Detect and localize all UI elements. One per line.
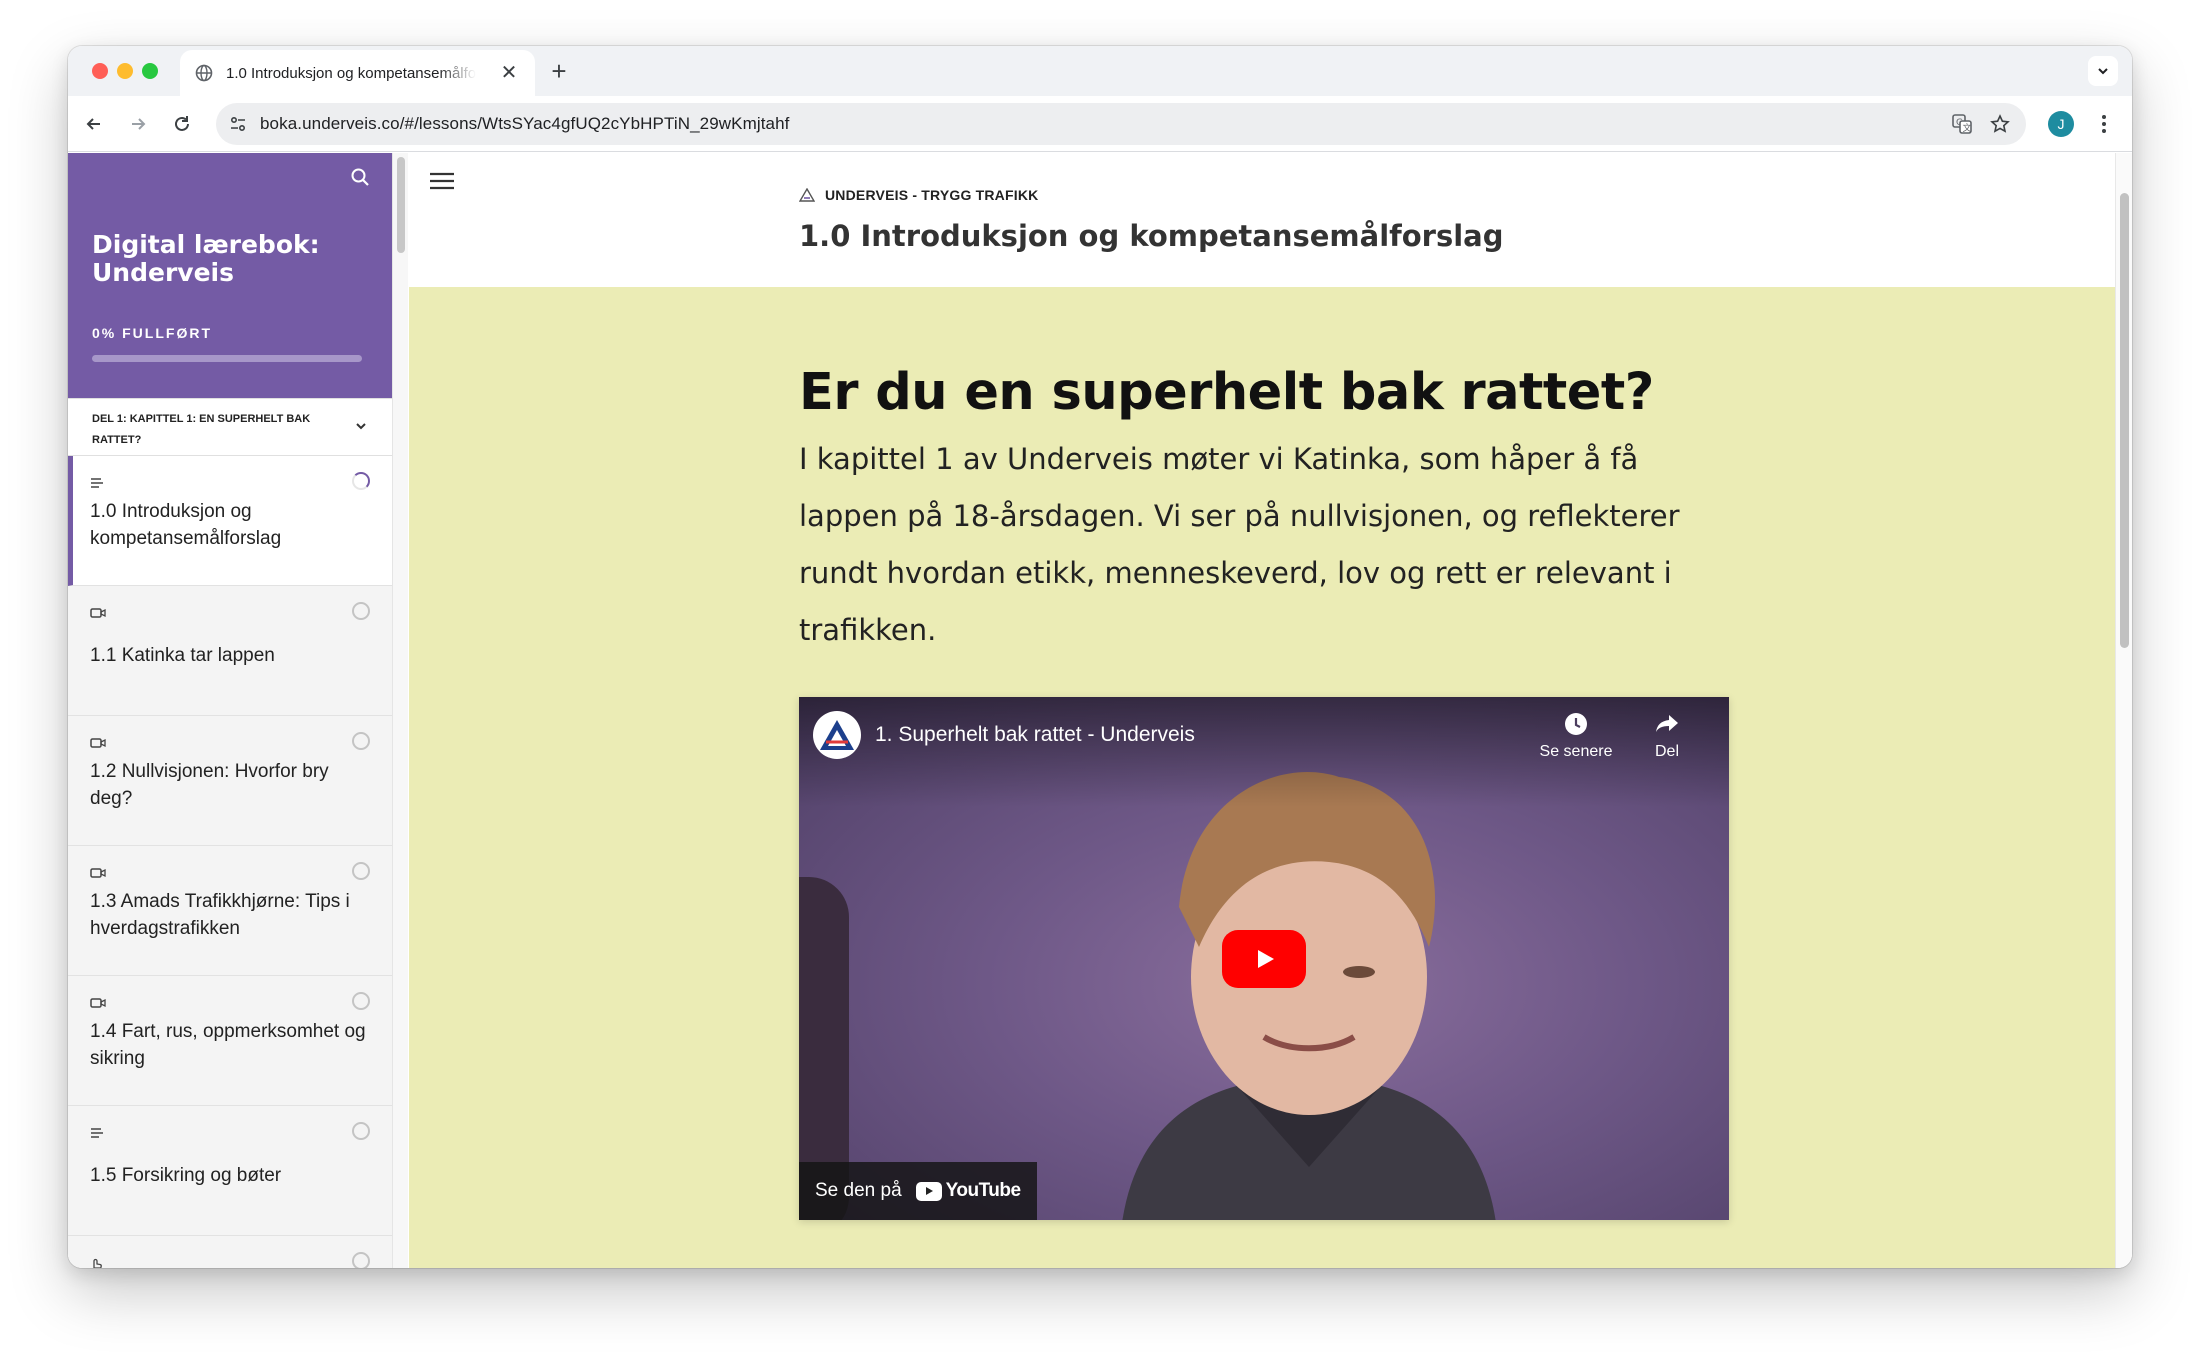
incomplete-circle-icon	[352, 992, 370, 1010]
chevron-down-icon[interactable]	[354, 419, 368, 441]
course-sidebar: Digital lærebok: Underveis 0% FULLFØRT D…	[68, 153, 392, 1268]
video-thumbnail-person	[1122, 772, 1496, 1220]
new-tab-button[interactable]: +	[544, 56, 574, 86]
minimize-window-button[interactable]	[117, 63, 133, 79]
video-icon	[90, 996, 106, 1014]
reload-icon	[175, 116, 189, 131]
incomplete-circle-icon	[352, 1252, 370, 1268]
video-icon	[90, 606, 106, 624]
progress-label: 0% FULLFØRT	[92, 325, 212, 341]
browser-toolbar: boka.underveis.co/#/lessons/WtsSYac4gfUQ…	[68, 96, 2132, 152]
close-window-button[interactable]	[92, 63, 108, 79]
lesson-label: 1.3 Amads Trafikkhjørne: Tips i hverdags…	[90, 891, 350, 939]
address-bar[interactable]: boka.underveis.co/#/lessons/WtsSYac4gfUQ…	[216, 103, 2026, 145]
lesson-label: 1.0 Introduksjon og kompetansemålforslag	[90, 501, 282, 549]
play-icon	[1258, 950, 1274, 968]
video-icon	[90, 866, 106, 884]
translate-icon[interactable]: G文	[1950, 112, 1974, 136]
lesson-headline: Er du en superhelt bak rattet?	[799, 363, 1654, 422]
lesson-main: UNDERVEIS - TRYGG TRAFIKK 1.0 Introduksj…	[409, 153, 2115, 1268]
url-text: boka.underveis.co/#/lessons/WtsSYac4gfUQ…	[260, 114, 790, 133]
lesson-title: 1.0 Introduksjon og kompetansemålforslag	[799, 219, 1504, 253]
lesson-label: 1.1 Katinka tar lappen	[90, 645, 275, 666]
arrow-right-icon	[132, 118, 146, 130]
lesson-item-1-5[interactable]: 1.5 Forsikring og bøter	[68, 1106, 392, 1236]
incomplete-circle-icon	[352, 602, 370, 620]
watch-later-button[interactable]: Se senere	[1531, 711, 1621, 761]
video-icon	[90, 736, 106, 754]
share-arrow-icon	[1656, 715, 1678, 732]
sidebar-scrollbar-thumb[interactable]	[397, 157, 405, 253]
lesson-body: Er du en superhelt bak rattet? I kapitte…	[409, 287, 2115, 1268]
lesson-label: 1.4 Fart, rus, oppmerksomhet og sikring	[90, 1021, 366, 1069]
in-progress-icon	[352, 472, 370, 490]
page-scrollbar[interactable]	[2115, 153, 2132, 1268]
channel-logo[interactable]	[813, 711, 861, 759]
maximize-window-button[interactable]	[142, 63, 158, 79]
clock-icon	[1565, 713, 1587, 735]
chapter-label: DEL 1: KAPITTEL 1: EN SUPERHELT BAK RATT…	[92, 413, 311, 446]
incomplete-circle-icon	[352, 732, 370, 750]
profile-avatar[interactable]: J	[2048, 111, 2074, 137]
page-viewport: Digital lærebok: Underveis 0% FULLFØRT D…	[68, 153, 2132, 1268]
reload-button[interactable]	[168, 110, 196, 138]
arrow-left-icon	[86, 118, 100, 130]
underveis-logo-icon	[799, 188, 815, 202]
watch-on-youtube-button[interactable]: Se den på YouTube	[799, 1162, 1037, 1220]
bookmark-star-icon[interactable]	[1988, 112, 2012, 136]
lesson-item-1-2[interactable]: 1.2 Nullvisjonen: Hvorfor bry deg?	[68, 716, 392, 846]
forward-button[interactable]	[124, 110, 152, 138]
sidebar-header: Digital lærebok: Underveis 0% FULLFØRT	[68, 153, 392, 398]
progress-bar	[92, 355, 362, 362]
lesson-item-1-4[interactable]: 1.4 Fart, rus, oppmerksomhet og sikring	[68, 976, 392, 1106]
browser-menu-button[interactable]	[2094, 110, 2114, 138]
lesson-item-1-3[interactable]: 1.3 Amads Trafikkhjørne: Tips i hverdags…	[68, 846, 392, 976]
course-name: UNDERVEIS - TRYGG TRAFIKK	[799, 187, 1038, 203]
chapter-header[interactable]: DEL 1: KAPITTEL 1: EN SUPERHELT BAK RATT…	[68, 398, 392, 456]
youtube-logo: YouTube	[915, 1180, 1021, 1202]
lesson-intro: I kapittel 1 av Underveis møter vi Katin…	[799, 442, 1680, 647]
chevron-down-icon	[2098, 68, 2108, 75]
lesson-item-1-1[interactable]: 1.1 Katinka tar lappen	[68, 586, 392, 716]
lesson-item-1-0[interactable]: 1.0 Introduksjon og kompetansemålforslag	[68, 456, 392, 586]
page-scrollbar-thumb[interactable]	[2120, 193, 2129, 648]
back-button[interactable]	[80, 110, 108, 138]
browser-tab[interactable]: 1.0 Introduksjon og kompetansemålforslag…	[180, 50, 535, 96]
text-lines-icon	[90, 1126, 104, 1144]
tab-search-button[interactable]	[2088, 56, 2118, 86]
incomplete-circle-icon	[352, 862, 370, 880]
lesson-label: 1.2 Nullvisjonen: Hvorfor bry deg?	[90, 761, 329, 809]
lesson-label: 1.5 Forsikring og bøter	[90, 1165, 282, 1186]
video-title[interactable]: 1. Superhelt bak rattet - Underveis	[875, 723, 1195, 747]
tab-strip: 1.0 Introduksjon og kompetansemålforslag…	[68, 46, 2132, 96]
tab-title: 1.0 Introduksjon og kompetansemålforslag	[226, 64, 476, 82]
close-tab-icon[interactable]: ✕	[497, 63, 521, 83]
globe-icon	[194, 63, 214, 83]
text-lines-icon	[90, 476, 104, 494]
menu-icon[interactable]	[429, 171, 455, 196]
youtube-play-icon	[915, 1181, 942, 1201]
more-vert-icon	[2102, 115, 2106, 133]
incomplete-circle-icon	[352, 1122, 370, 1140]
lesson-item-next[interactable]	[68, 1236, 392, 1268]
interactive-task-icon	[90, 1256, 104, 1268]
svg-text:文: 文	[1963, 122, 1972, 134]
share-button[interactable]: Del	[1622, 711, 1712, 761]
search-icon[interactable]	[350, 167, 370, 192]
play-button[interactable]	[1222, 930, 1306, 988]
lesson-topbar: UNDERVEIS - TRYGG TRAFIKK 1.0 Introduksj…	[409, 153, 2115, 287]
site-settings-icon[interactable]	[226, 112, 250, 136]
youtube-embed[interactable]: 1. Superhelt bak rattet - Underveis Se s…	[799, 697, 1729, 1220]
course-title: Digital lærebok: Underveis	[92, 230, 320, 287]
sidebar-scrollbar[interactable]	[392, 153, 408, 1268]
browser-window: 1.0 Introduksjon og kompetansemålforslag…	[68, 46, 2132, 1268]
